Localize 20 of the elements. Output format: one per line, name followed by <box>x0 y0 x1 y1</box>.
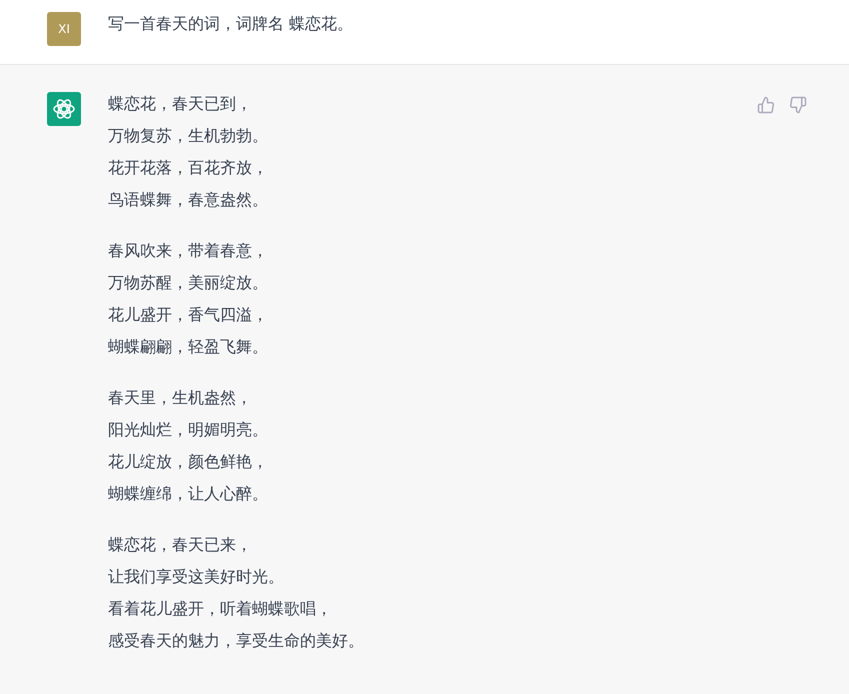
user-avatar: XI <box>47 12 81 46</box>
poem-line: 让我们享受这美好时光。 <box>108 566 284 588</box>
poem-line: 花儿绽放，颜色鲜艳， <box>108 451 268 473</box>
poem-line: 万物苏醒，美丽绽放。 <box>108 272 268 294</box>
poem-line: 花开花落，百花齐放， <box>108 157 268 179</box>
thumbs-down-button[interactable] <box>787 94 809 116</box>
poem-line: 感受春天的魅力，享受生命的美好。 <box>108 630 364 652</box>
poem-line: 春风吹来，带着春意， <box>108 240 268 262</box>
poem-line: 阳光灿烂，明媚明亮。 <box>108 419 268 441</box>
poem-line: 春天里，生机盎然， <box>108 387 252 409</box>
poem-line: 看着花儿盛开，听着蝴蝶歌唱， <box>108 598 332 620</box>
poem-line: 蝶恋花，春天已到， <box>108 93 252 115</box>
poem-line: 花儿盛开，香气四溢， <box>108 304 268 326</box>
poem-line: 蝶恋花，春天已来， <box>108 534 252 556</box>
prompt-text: 写一首春天的词，词牌名 蝶恋花。 <box>108 13 354 35</box>
poem-line: 鸟语蝶舞，春意盎然。 <box>108 189 268 211</box>
poem-line: 蝴蝶翩翩，轻盈飞舞。 <box>108 336 268 358</box>
thumbs-up-button[interactable] <box>755 94 777 116</box>
poem-line: 万物复苏，生机勃勃。 <box>108 125 268 147</box>
poem-line: 蝴蝶缠绵，让人心醉。 <box>108 483 268 505</box>
